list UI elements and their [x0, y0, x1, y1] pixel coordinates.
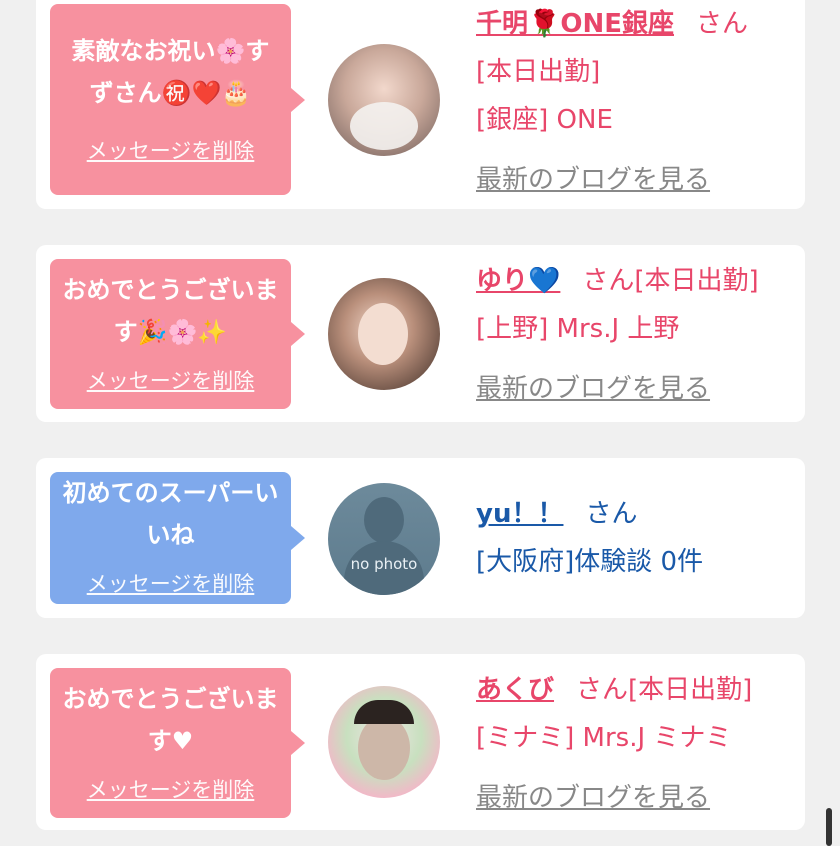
avatar[interactable] — [328, 278, 440, 390]
message-text: おめでとうございます🎉🌸✨ — [62, 276, 279, 346]
message-card: おめでとうございます🎉🌸✨ メッセージを削除 ゆり💙 さん[本日出勤] [上野] … — [36, 245, 805, 422]
honorific: さん — [585, 499, 638, 529]
shop-text: [ミナミ] Mrs.J ミナミ — [476, 723, 732, 753]
honorific: さん[本日出勤] — [582, 266, 759, 296]
user-name-link[interactable]: 千明🌹ONE銀座 — [476, 9, 674, 39]
avatar-photo — [350, 102, 418, 150]
avatar-photo — [358, 716, 410, 780]
delete-message-link[interactable]: メッセージを削除 — [50, 774, 291, 804]
user-name-link[interactable]: yu！！ — [476, 499, 563, 529]
avatar-photo — [358, 303, 408, 365]
avatar[interactable] — [328, 686, 440, 798]
message-bubble: 素敵なお祝い🌸すずさん㊗️❤️🎂 メッセージを削除 — [50, 4, 305, 195]
scrollbar[interactable] — [826, 808, 832, 846]
message-card: 初めてのスーパーいいね メッセージを削除 no photo yu！！ さん [大阪… — [36, 458, 805, 618]
honorific: さん — [696, 9, 749, 39]
shop-text: [上野] Mrs.J 上野 — [476, 314, 680, 344]
no-photo-silhouette-icon — [364, 497, 404, 543]
message-bubble: おめでとうございます♥ メッセージを削除 — [50, 668, 305, 818]
no-photo-label: no photo — [350, 555, 418, 573]
user-info: yu！！ さん [大阪府]体験談 0件 — [476, 490, 795, 586]
user-info: 千明🌹ONE銀座 さん [本日出勤] [銀座] ONE 最新のブログを見る — [476, 0, 795, 204]
message-card: 素敵なお祝い🌸すずさん㊗️❤️🎂 メッセージを削除 千明🌹ONE銀座 さん [本日… — [36, 0, 805, 209]
blog-link[interactable]: 最新のブログを見る — [476, 156, 795, 204]
message-text: 初めてのスーパーいいね — [62, 479, 279, 549]
user-name-link[interactable]: あくび — [476, 675, 554, 705]
avatar[interactable]: no photo — [328, 483, 440, 595]
review-text: [大阪府]体験談 0件 — [476, 547, 704, 577]
status-text: [本日出勤] — [476, 57, 601, 87]
delete-message-link[interactable]: メッセージを削除 — [50, 365, 291, 395]
message-bubble: 初めてのスーパーいいね メッセージを削除 — [50, 472, 305, 604]
user-info: あくび さん[本日出勤] [ミナミ] Mrs.J ミナミ 最新のブログを見る — [476, 666, 795, 822]
honorific: さん[本日出勤] — [576, 675, 753, 705]
message-bubble: おめでとうございます🎉🌸✨ メッセージを削除 — [50, 259, 305, 409]
delete-message-link[interactable]: メッセージを削除 — [50, 568, 291, 598]
user-info: ゆり💙 さん[本日出勤] [上野] Mrs.J 上野 最新のブログを見る — [476, 257, 795, 413]
blog-link[interactable]: 最新のブログを見る — [476, 365, 795, 413]
message-text: 素敵なお祝い🌸すずさん㊗️❤️🎂 — [71, 37, 270, 107]
user-name-link[interactable]: ゆり💙 — [476, 266, 560, 296]
cat-ears-icon — [354, 700, 414, 724]
blog-link[interactable]: 最新のブログを見る — [476, 774, 795, 822]
message-text: おめでとうございます♥ — [62, 685, 279, 755]
shop-text: [銀座] ONE — [476, 105, 613, 135]
delete-message-link[interactable]: メッセージを削除 — [50, 135, 291, 165]
message-card: おめでとうございます♥ メッセージを削除 あくび さん[本日出勤] [ミナミ] M… — [36, 654, 805, 830]
avatar[interactable] — [328, 44, 440, 156]
